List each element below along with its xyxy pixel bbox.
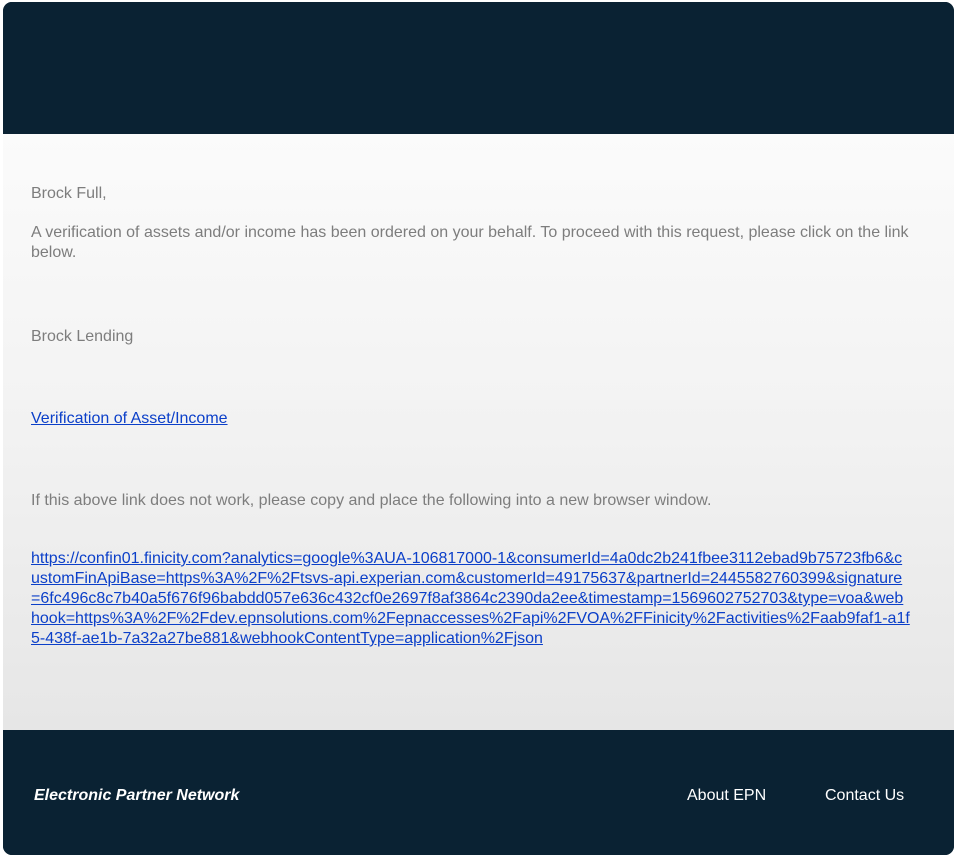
contact-us-link[interactable]: Contact Us [825, 787, 904, 805]
about-epn-link[interactable]: About EPN [687, 787, 766, 805]
brand-name: Electronic Partner Network [34, 787, 240, 804]
email-header-banner [3, 2, 954, 134]
fallback-url-row: https://confin01.finicity.com?analytics=… [31, 549, 911, 649]
primary-link-row: Verification of Asset/Income [31, 409, 942, 429]
message-text: A verification of assets and/or income h… [31, 224, 909, 261]
greeting-text: Brock Full, [31, 185, 107, 202]
fallback-note-text: If this above link does not work, please… [31, 492, 712, 509]
email-body: Brock Full, A verification of assets and… [3, 134, 954, 730]
email-footer: Electronic Partner Network About EPN Con… [3, 730, 954, 855]
sender-name: Brock Lending [31, 328, 134, 345]
fallback-url-link[interactable]: https://confin01.finicity.com?analytics=… [31, 550, 910, 647]
verification-link[interactable]: Verification of Asset/Income [31, 410, 228, 427]
email-frame: Brock Full, A verification of assets and… [3, 2, 954, 855]
